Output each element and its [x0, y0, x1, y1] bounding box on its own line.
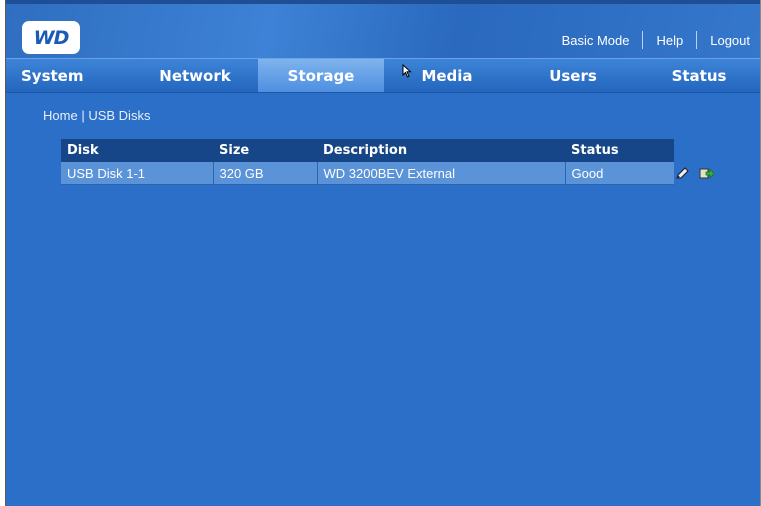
tab-users[interactable]: Users	[510, 59, 636, 92]
column-header-size: Size	[213, 139, 317, 162]
main-nav: System Network Storage Media Users Statu…	[6, 58, 760, 93]
tab-media[interactable]: Media	[384, 59, 510, 92]
logout-link[interactable]: Logout	[697, 33, 750, 48]
basic-mode-link[interactable]: Basic Mode	[549, 33, 643, 48]
header: WD Basic Mode Help Logout	[6, 0, 760, 58]
mouse-cursor-icon	[402, 64, 412, 78]
cell-description: WD 3200BEV External	[317, 162, 566, 185]
help-link[interactable]: Help	[643, 33, 696, 48]
cell-disk: USB Disk 1-1	[61, 162, 214, 185]
column-header-description: Description	[317, 139, 565, 162]
table-header-row: Disk Size Description Status	[61, 139, 674, 162]
table-row[interactable]: USB Disk 1-1 320 GB WD 3200BEV External …	[61, 162, 674, 185]
row-actions	[675, 166, 714, 180]
column-header-status: Status	[565, 139, 674, 162]
cell-size: 320 GB	[213, 162, 318, 185]
tab-media-label: Media	[421, 66, 473, 85]
breadcrumb: Home | USB Disks	[43, 108, 150, 123]
usb-disks-table: Disk Size Description Status USB Disk 1-…	[61, 139, 674, 185]
eject-disk-icon[interactable]	[699, 166, 714, 180]
wd-logo: WD	[22, 21, 80, 54]
cell-status: Good	[565, 162, 674, 185]
tab-system[interactable]: System	[6, 59, 132, 92]
breadcrumb-current: USB Disks	[88, 108, 151, 123]
app-window: WD Basic Mode Help Logout System Network…	[5, 0, 761, 506]
edit-disk-icon[interactable]	[675, 166, 690, 180]
top-links: Basic Mode Help Logout	[549, 31, 750, 49]
breadcrumb-home[interactable]: Home	[43, 108, 78, 123]
tab-network[interactable]: Network	[132, 59, 258, 92]
column-header-disk: Disk	[61, 139, 213, 162]
tab-status[interactable]: Status	[636, 59, 761, 92]
tab-storage[interactable]: Storage	[258, 59, 384, 92]
